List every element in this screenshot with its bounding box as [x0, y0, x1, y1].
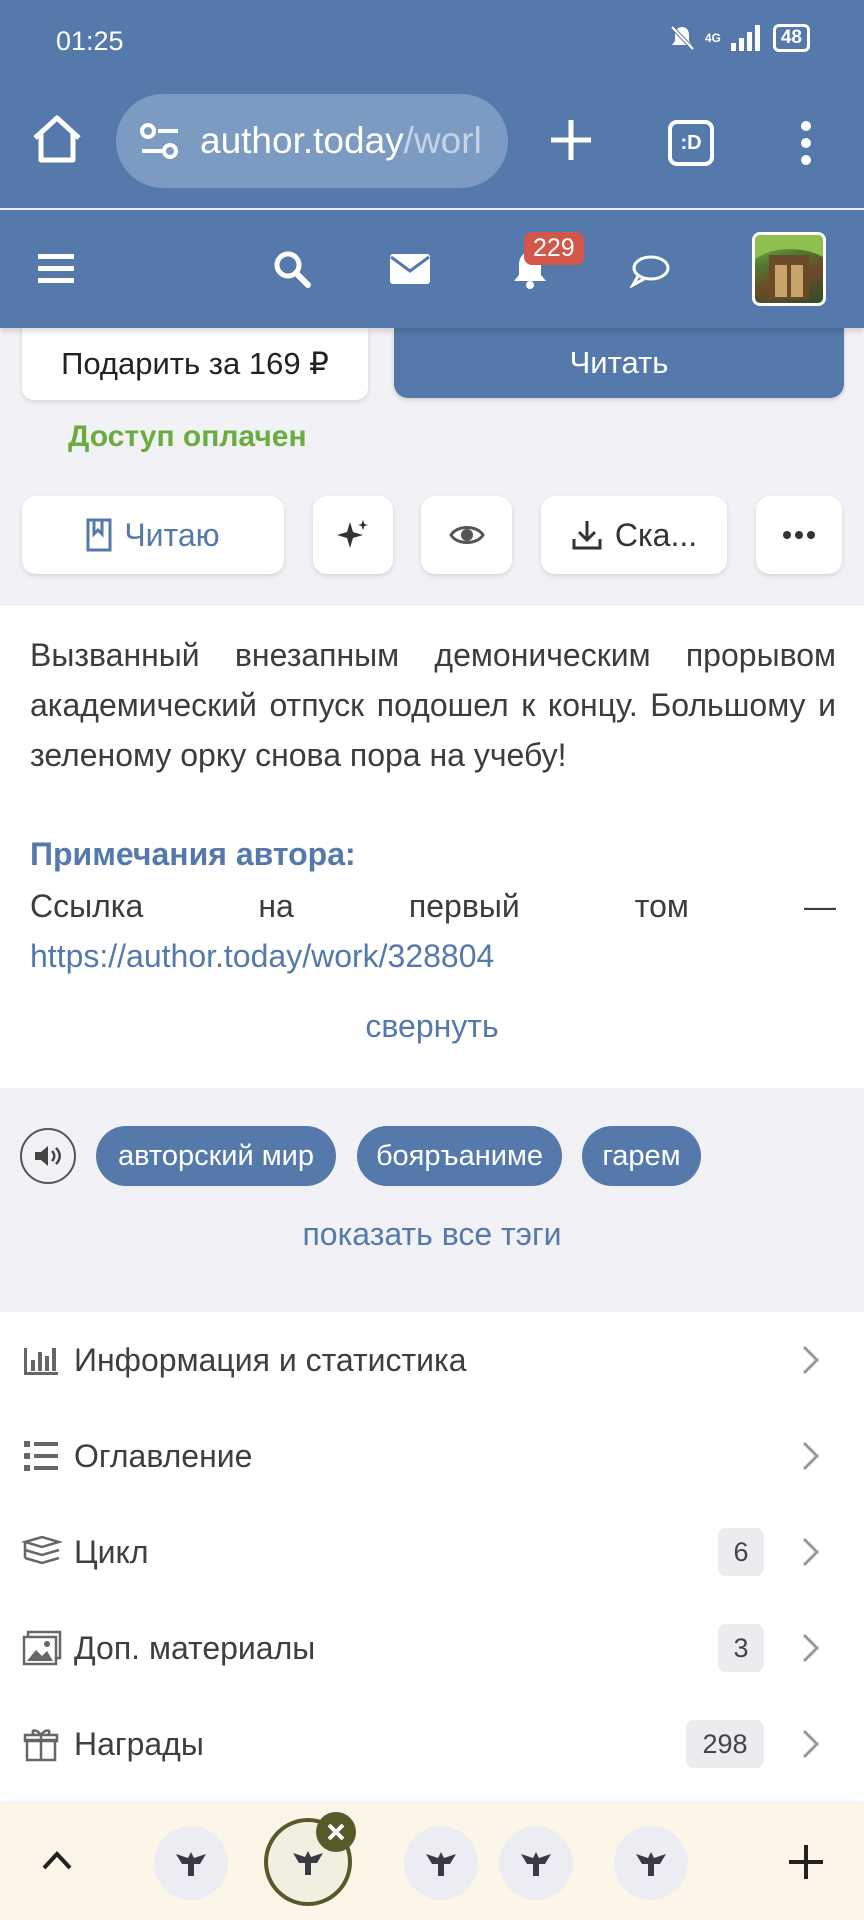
tag-chip[interactable]: авторский мир [96, 1126, 336, 1186]
eagle-icon [176, 1852, 206, 1876]
chat-icon[interactable] [630, 254, 670, 288]
tag-chip[interactable]: бояръаниме [357, 1126, 562, 1186]
reading-button[interactable]: Читаю [22, 496, 284, 574]
chevron-up-icon[interactable] [40, 1848, 74, 1872]
more-button[interactable] [756, 496, 842, 574]
tab-favicon[interactable] [154, 1826, 228, 1900]
menu-row-contents[interactable]: Оглавление [0, 1408, 864, 1504]
awards-count-badge: 298 [686, 1720, 764, 1768]
notes-word: первый [408, 888, 520, 924]
menu-row-awards[interactable]: Награды 298 [0, 1696, 864, 1792]
menu-row-label: Информация и статистика [74, 1341, 467, 1378]
watch-button[interactable] [421, 496, 512, 574]
site-settings-icon[interactable] [138, 121, 182, 161]
status-icons: 4G 48 [669, 24, 810, 52]
chevron-right-icon [802, 1633, 820, 1663]
menu-row-extras[interactable]: Доп. материалы 3 [0, 1600, 864, 1696]
url-bar[interactable]: author.today/worl [116, 94, 508, 188]
more-dots-icon [783, 531, 815, 539]
chevron-right-icon [802, 1441, 820, 1471]
tab-favicon[interactable] [404, 1826, 478, 1900]
speaker-icon [35, 1146, 61, 1166]
collapse-link[interactable]: свернуть [0, 1008, 864, 1045]
bell-muted-icon [670, 25, 695, 51]
menu-row-label: Доп. материалы [74, 1629, 316, 1666]
eagle-icon [426, 1852, 456, 1876]
gift-button[interactable]: Подарить за 169 ₽ [22, 328, 368, 400]
avatar-image [755, 235, 823, 299]
notes-word: том [634, 888, 689, 924]
browser-chrome: 01:25 4G 48 author.today/worl :D [0, 0, 864, 208]
search-icon[interactable] [273, 250, 311, 288]
series-count-badge: 6 [718, 1528, 764, 1576]
chevron-right-icon [802, 1729, 820, 1759]
author-notes-title: Примечания автора: [30, 836, 356, 872]
eye-icon [448, 526, 485, 544]
download-label: Ска... [614, 516, 698, 553]
url-host: author.today [200, 120, 404, 161]
close-tab-button[interactable] [316, 1812, 356, 1852]
reading-label: Читаю [124, 516, 220, 553]
author-notes-text: Ссылка на первый том — [30, 888, 836, 925]
magic-button[interactable] [313, 496, 393, 574]
books-icon [22, 1535, 62, 1565]
tabs-icon[interactable]: :D [668, 120, 714, 166]
list-icon [24, 1441, 58, 1471]
annotation-text: Вызванный внезапным демоническим прорыво… [30, 637, 836, 773]
work-menu-list: Информация и статистика Оглавление Цикл … [0, 1312, 864, 1804]
eagle-icon [521, 1852, 551, 1876]
stats-icon [24, 1348, 58, 1375]
signal-icon [730, 25, 760, 51]
extras-count-badge: 3 [718, 1624, 764, 1672]
menu-icon[interactable] [798, 120, 814, 166]
access-status: Доступ оплачен [68, 420, 307, 453]
sparkles-icon [337, 520, 368, 548]
add-tab-icon[interactable] [786, 1842, 826, 1882]
menu-row-info[interactable]: Информация и статистика [0, 1312, 864, 1408]
gift-icon [23, 1729, 59, 1762]
show-all-tags-link[interactable]: показать все тэги [0, 1216, 864, 1253]
close-icon [327, 1823, 345, 1841]
avatar[interactable] [752, 232, 826, 306]
download-icon [572, 521, 602, 550]
notes-word: на [258, 888, 294, 924]
tab-favicon[interactable] [614, 1826, 688, 1900]
url-path: /worl [403, 120, 482, 161]
status-time: 01:25 [56, 26, 124, 56]
tab-favicon[interactable] [499, 1826, 573, 1900]
new-tab-icon[interactable] [545, 114, 597, 166]
menu-row-label: Цикл [74, 1533, 149, 1570]
speaker-button[interactable] [20, 1128, 76, 1184]
chevron-right-icon [802, 1345, 820, 1375]
site-navbar [0, 210, 864, 328]
bookmark-icon [86, 518, 112, 552]
eagle-icon [293, 1851, 323, 1875]
hamburger-icon[interactable] [38, 254, 74, 284]
chevron-right-icon [802, 1537, 820, 1567]
home-icon[interactable] [30, 112, 84, 166]
notifications-badge: 229 [524, 232, 584, 265]
tag-chip[interactable]: гарем [582, 1126, 701, 1186]
image-icon [22, 1630, 62, 1666]
menu-row-label: Награды [74, 1725, 204, 1762]
menu-row-label: Оглавление [74, 1437, 253, 1474]
mail-icon[interactable] [390, 254, 430, 284]
notes-word: Ссылка [30, 888, 144, 924]
download-button[interactable]: Ска... [541, 496, 727, 574]
battery-icon: 48 [772, 24, 810, 52]
network-type: 4G [704, 31, 721, 45]
notes-word: — [803, 888, 836, 924]
description-card: Вызванный внезапным демоническим прорыво… [0, 606, 864, 1088]
eagle-icon [636, 1852, 666, 1876]
menu-row-series[interactable]: Цикл 6 [0, 1504, 864, 1600]
first-volume-link[interactable]: https://author.today/work/328804 [30, 938, 494, 975]
read-button[interactable]: Читать [394, 328, 844, 398]
